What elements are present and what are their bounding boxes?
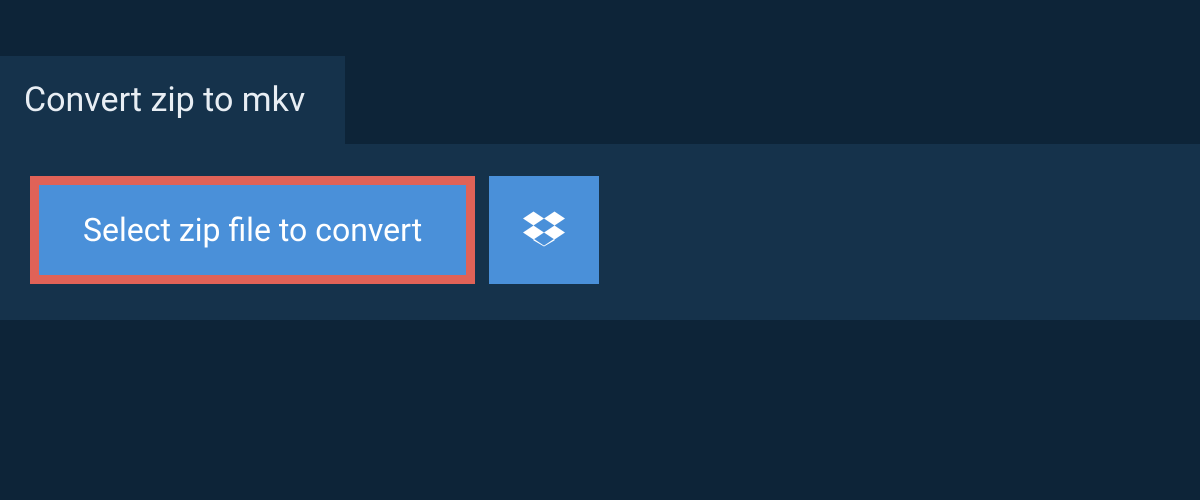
dropbox-button[interactable] xyxy=(489,176,599,284)
button-row: Select zip file to convert xyxy=(30,176,1170,284)
upload-panel: Select zip file to convert xyxy=(0,144,1200,320)
dropbox-icon xyxy=(523,208,565,253)
page-title: Convert zip to mkv xyxy=(24,80,305,120)
select-file-label: Select zip file to convert xyxy=(83,211,422,249)
select-file-button[interactable]: Select zip file to convert xyxy=(30,176,475,284)
header-tab: Convert zip to mkv xyxy=(0,56,345,144)
